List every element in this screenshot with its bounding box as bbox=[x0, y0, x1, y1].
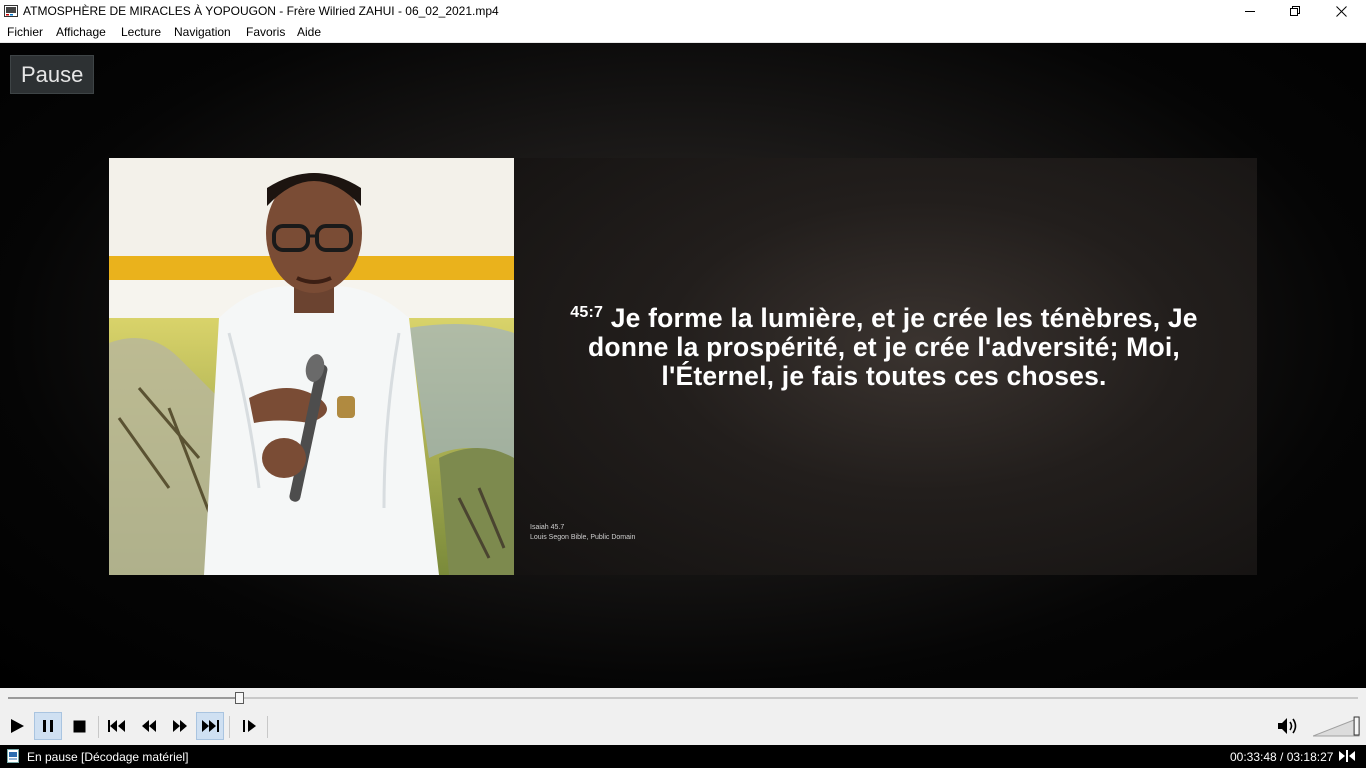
separator bbox=[98, 716, 99, 738]
file-icon bbox=[6, 749, 20, 763]
volume-slider[interactable] bbox=[1312, 715, 1363, 737]
scripture-slide: 45:7 Je forme la lumière, et je crée les… bbox=[514, 158, 1257, 575]
title-bar: ATMOSPHÈRE DE MIRACLES À YOPOUGON - Frèr… bbox=[0, 0, 1366, 22]
bible-attribution: Louis Segon Bible, Public Domain bbox=[530, 534, 636, 541]
frame-step-button[interactable] bbox=[236, 712, 264, 740]
osd-pause-label: Pause bbox=[10, 55, 95, 94]
verse-text: 45:7 Je forme la lumière, et je crée les… bbox=[524, 298, 1244, 391]
play-button[interactable] bbox=[3, 712, 31, 740]
volume-button[interactable] bbox=[1274, 712, 1302, 740]
rewind-icon bbox=[142, 720, 156, 732]
control-bar bbox=[0, 708, 1366, 745]
menu-bar: Fichier Affichage Lecture Navigation Fav… bbox=[0, 22, 1366, 43]
window-title: ATMOSPHÈRE DE MIRACLES À YOPOUGON - Frèr… bbox=[23, 4, 499, 18]
separator bbox=[229, 716, 230, 738]
fast-forward-button[interactable] bbox=[166, 712, 194, 740]
time-display[interactable]: 00:33:48 / 03:18:27 bbox=[1230, 750, 1333, 764]
separator bbox=[267, 716, 268, 738]
media-player-icon[interactable] bbox=[4, 4, 18, 18]
seek-handle[interactable] bbox=[234, 692, 244, 704]
frame-step-icon bbox=[243, 720, 256, 732]
rewind-button[interactable] bbox=[135, 712, 163, 740]
menu-aide[interactable]: Aide bbox=[297, 25, 321, 39]
menu-favoris[interactable]: Favoris bbox=[246, 25, 285, 39]
verse-line-1: Je forme la lumière, et je crée les ténè… bbox=[610, 302, 1198, 333]
menu-affichage[interactable]: Affichage bbox=[56, 25, 106, 39]
speaker-photo bbox=[109, 158, 514, 575]
video-frame: 45:7 Je forme la lumière, et je crée les… bbox=[109, 158, 1257, 575]
volume-handle[interactable] bbox=[1353, 716, 1360, 736]
pause-button[interactable] bbox=[34, 712, 62, 740]
restore-icon bbox=[1290, 6, 1300, 16]
restore-button[interactable] bbox=[1272, 0, 1318, 22]
fast-forward-icon bbox=[173, 720, 187, 732]
skip-forward-icon bbox=[202, 720, 219, 732]
split-view-icon[interactable] bbox=[1339, 750, 1355, 765]
menu-fichier[interactable]: Fichier bbox=[7, 25, 43, 39]
close-button[interactable] bbox=[1318, 0, 1364, 22]
video-area[interactable]: Pause 45:7 Je forme la lumière, et je cr… bbox=[0, 43, 1366, 688]
verse-reference: Isaiah 45.7 bbox=[530, 524, 565, 531]
close-icon bbox=[1335, 5, 1347, 17]
stop-button[interactable] bbox=[65, 712, 93, 740]
verse-line-2: donne la prospérité, et je crée l'advers… bbox=[588, 331, 1180, 362]
next-button[interactable] bbox=[196, 712, 224, 740]
stop-icon bbox=[73, 720, 85, 732]
play-icon bbox=[11, 719, 24, 733]
verse-number: 45:7 bbox=[570, 304, 604, 321]
minimize-icon bbox=[1245, 11, 1255, 12]
playback-status: En pause [Décodage matériel] bbox=[27, 750, 189, 764]
verse-line-3: l'Éternel, je fais toutes ces choses. bbox=[661, 360, 1107, 391]
seek-bar[interactable] bbox=[0, 688, 1366, 708]
volume-icon bbox=[1278, 718, 1297, 734]
menu-navigation[interactable]: Navigation bbox=[174, 25, 231, 39]
status-bar: En pause [Décodage matériel] 00:33:48 / … bbox=[0, 745, 1366, 768]
skip-back-icon bbox=[108, 720, 125, 732]
previous-button[interactable] bbox=[103, 712, 131, 740]
minimize-button[interactable] bbox=[1227, 0, 1273, 22]
seek-track[interactable] bbox=[8, 697, 1358, 699]
seek-progress bbox=[8, 697, 239, 699]
menu-lecture[interactable]: Lecture bbox=[121, 25, 161, 39]
pause-icon bbox=[43, 720, 53, 732]
